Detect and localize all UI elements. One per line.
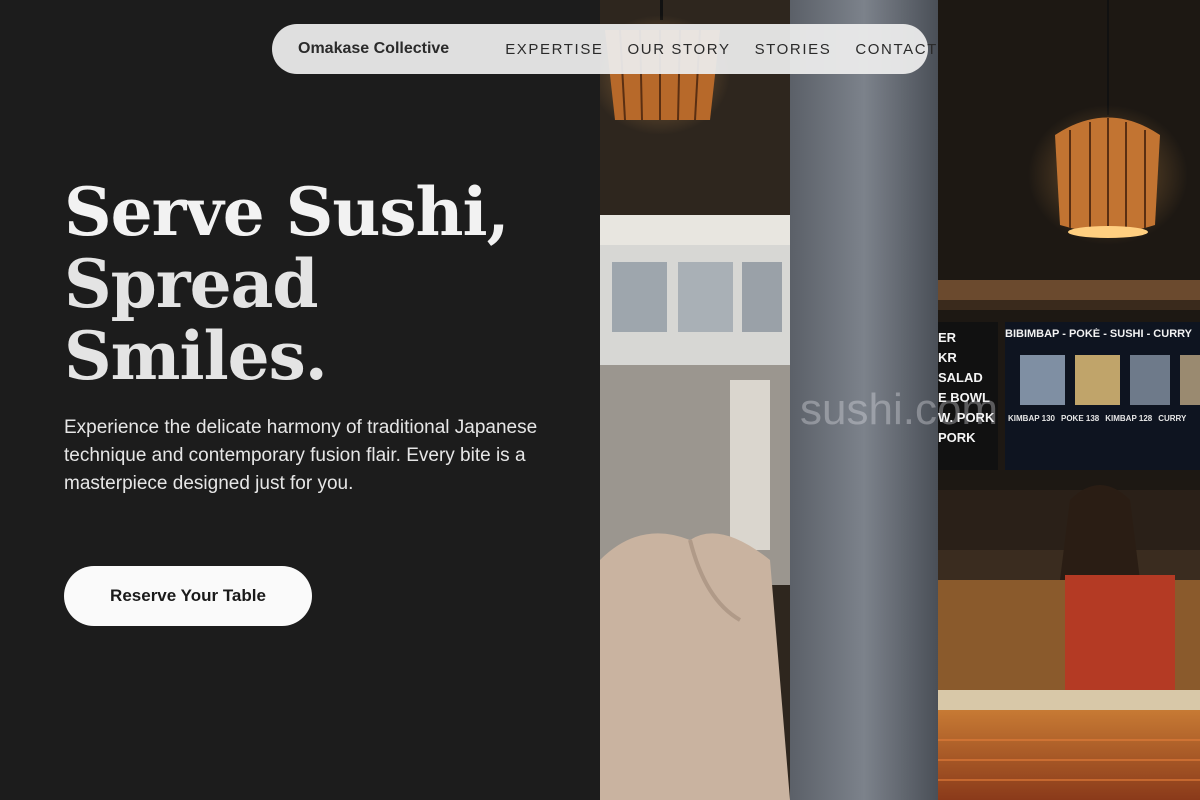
headline-line-2: Spread bbox=[64, 245, 319, 323]
nav-link-our-story[interactable]: OUR STORY bbox=[628, 41, 731, 58]
top-nav: Omakase Collective EXPERTISE OUR STORY S… bbox=[272, 24, 936, 74]
headline-line-1: Serve Sushi, bbox=[64, 173, 510, 251]
hero-subtext: Experience the delicate harmony of tradi… bbox=[64, 417, 538, 494]
menu-item: POKE 138 bbox=[1060, 414, 1100, 423]
window-watermark: sushi.com bbox=[800, 385, 999, 434]
nav-link-stories[interactable]: STORIES bbox=[755, 41, 832, 58]
menu-item: KIMBAP 128 bbox=[1105, 414, 1153, 423]
restaurant-photo: BIBIMBAP - POKÉ - SUSHI - CURRY ER KR SA… bbox=[600, 0, 1200, 800]
headline-line-3: Smiles. bbox=[64, 317, 328, 395]
hero-panel: Serve Sushi, Spread Smiles. Experience t… bbox=[0, 0, 600, 800]
menu-items: KIMBAP 130 POKE 138 KIMBAP 128 CURRY bbox=[1008, 414, 1200, 423]
nav-link-contact[interactable]: CONTACT bbox=[855, 41, 938, 58]
reserve-table-button[interactable]: Reserve Your Table bbox=[64, 566, 312, 626]
nav-links: EXPERTISE OUR STORY STORIES CONTACT bbox=[505, 41, 938, 58]
nav-link-expertise[interactable]: EXPERTISE bbox=[505, 41, 603, 58]
menu-item: CURRY bbox=[1158, 414, 1187, 423]
menu-left-line: KR bbox=[938, 350, 957, 365]
brand-name[interactable]: Omakase Collective bbox=[298, 40, 449, 58]
menu-board: BIBIMBAP - POKÉ - SUSHI - CURRY bbox=[1005, 328, 1193, 340]
menu-left-line: ER bbox=[938, 330, 957, 345]
hero-headline: Serve Sushi, Spread Smiles. bbox=[64, 176, 584, 392]
menu-item: KIMBAP 130 bbox=[1008, 414, 1055, 423]
